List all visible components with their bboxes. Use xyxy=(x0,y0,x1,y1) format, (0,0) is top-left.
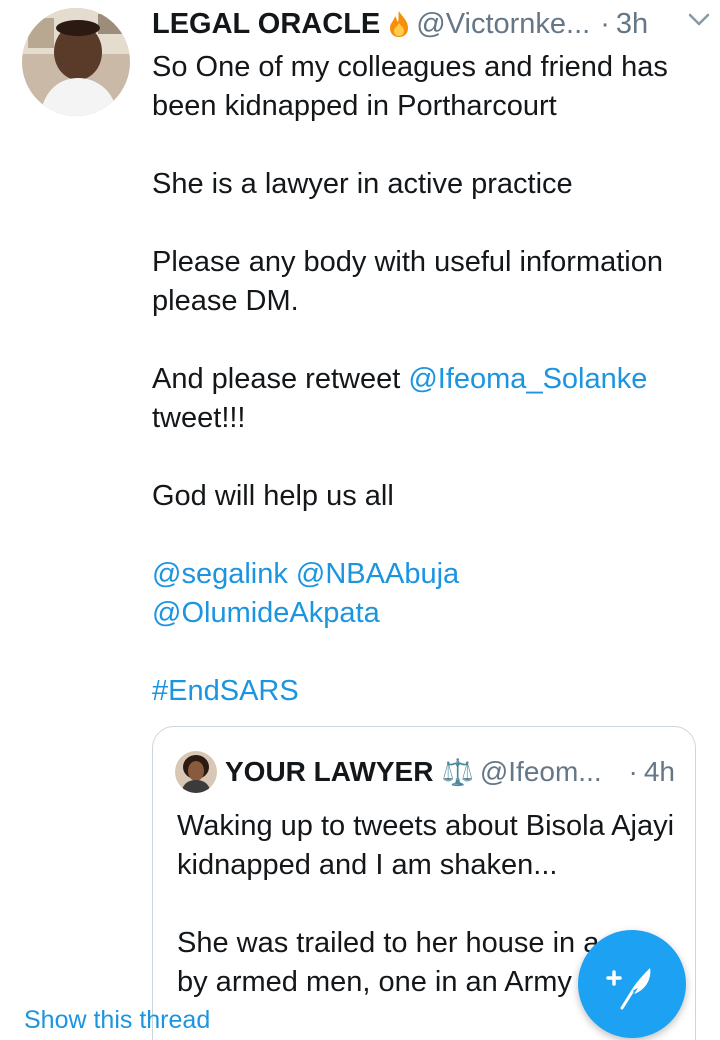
mention-link[interactable]: @Ifeoma_Solanke xyxy=(408,363,647,395)
quoted-timestamp[interactable]: 4h xyxy=(644,756,675,788)
tweet-paragraph: Please any body with useful information … xyxy=(152,246,664,317)
avatar[interactable] xyxy=(22,8,130,116)
compose-feather-icon xyxy=(606,968,651,1010)
tweet-header: LEGAL ORACLE @Victornke... · 3h xyxy=(152,4,704,44)
retweet-text-prefix: And please retweet xyxy=(152,363,401,395)
fire-emoji-icon xyxy=(388,10,410,38)
mention-link[interactable]: @NBAAbuja xyxy=(296,558,459,590)
quoted-handle[interactable]: @Ifeom... xyxy=(480,756,602,788)
user-handle[interactable]: @Victornke... xyxy=(416,8,590,41)
chevron-down-icon[interactable] xyxy=(688,12,710,28)
quoted-avatar[interactable] xyxy=(175,751,217,793)
tweet[interactable]: LEGAL ORACLE @Victornke... · 3h So One o… xyxy=(0,0,720,1040)
mention-link[interactable]: @segalink xyxy=(152,558,288,590)
tweet-paragraph: God will help us all xyxy=(152,480,394,512)
hashtag-link[interactable]: #EndSARS xyxy=(152,675,299,707)
separator-dot: · xyxy=(628,756,638,787)
timestamp[interactable]: 3h xyxy=(616,8,648,41)
mention-link[interactable]: @OlumideAkpata xyxy=(152,597,380,629)
separator-dot: · xyxy=(600,7,610,40)
tweet-paragraph: She is a lawyer in active practice xyxy=(152,168,573,200)
show-thread-link[interactable]: Show this thread xyxy=(24,1006,210,1035)
quoted-tweet-header: YOUR LAWYER ⚖️ @Ifeom... · 4h xyxy=(175,751,675,793)
retweet-text-suffix: tweet!!! xyxy=(152,402,246,434)
mentions-paragraph: @segalink @NBAAbuja @OlumideAkpata xyxy=(152,555,704,633)
compose-tweet-button[interactable] xyxy=(578,930,686,1038)
quoted-display-name[interactable]: YOUR LAWYER xyxy=(225,756,433,788)
display-name[interactable]: LEGAL ORACLE xyxy=(152,8,380,41)
tweet-paragraph-retweet: And please retweet @Ifeoma_Solanke tweet… xyxy=(152,360,704,438)
hashtag-paragraph: #EndSARS xyxy=(152,672,704,711)
tweet-body: So One of my colleagues and friend has b… xyxy=(152,48,704,750)
scales-icon: ⚖️ xyxy=(441,756,474,787)
tweet-paragraph: So One of my colleagues and friend has b… xyxy=(152,51,668,122)
quoted-paragraph: Waking up to tweets about Bisola Ajayi k… xyxy=(177,810,675,881)
